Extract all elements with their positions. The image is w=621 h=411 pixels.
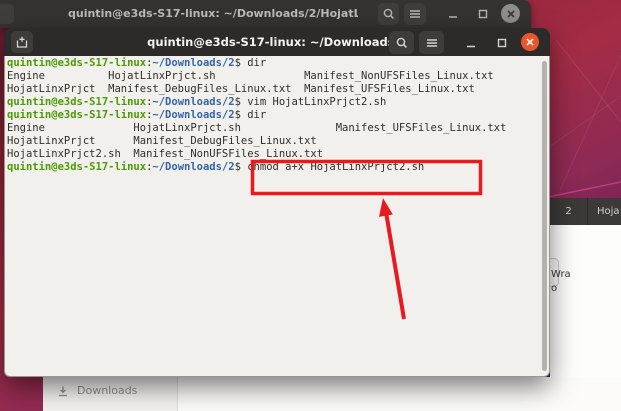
terminal-line: quintin@e3ds-S17-linux:~/Downloads/2$ ch… bbox=[7, 161, 549, 174]
editor-tab-2[interactable]: 2 bbox=[550, 198, 588, 225]
terminal-line: HojatLinxPrjct Manifest_DebugFiles_Linux… bbox=[7, 135, 549, 148]
desktop: quintin@e3ds-S17-linux: ~/Downloads/2/Ho… bbox=[0, 0, 621, 411]
terminal-line: HojatLinxPrjct2.sh Manifest_NonUFSFiles_… bbox=[7, 148, 549, 161]
background-terminal-titlebar[interactable]: quintin@e3ds-S17-linux: ~/Downloads/2/Ho… bbox=[0, 0, 531, 28]
editor-tab-bar: 2 Hoja bbox=[550, 198, 621, 225]
terminal-line: quintin@e3ds-S17-linux:~/Downloads/2$ di… bbox=[7, 57, 549, 70]
sidebar-item-label: Downloads bbox=[77, 384, 137, 397]
terminal-close-button[interactable] bbox=[521, 33, 539, 51]
sidebar-item-downloads[interactable]: Downloads bbox=[43, 377, 177, 397]
menu-icon bbox=[425, 36, 439, 50]
terminal-line: Engine HojatLinxPrjct.sh Manifest_NonUFS… bbox=[7, 70, 549, 83]
close-icon bbox=[525, 37, 535, 47]
editor-tab-hoja[interactable]: Hoja bbox=[588, 198, 621, 225]
background-window-title: quintin@e3ds-S17-linux: ~/Downloads/2/Ho… bbox=[68, 7, 358, 20]
file-manager-sidebar: Downloads bbox=[43, 377, 178, 411]
minimize-icon bbox=[465, 37, 477, 49]
terminal-minimize-button[interactable] bbox=[462, 31, 480, 54]
terminal-line: quintin@e3ds-S17-linux:~/Downloads/2$ vi… bbox=[7, 96, 549, 109]
file-manager-window: Downloads bbox=[43, 377, 621, 411]
terminal-window: quintin@e3ds-S17-linux: ~/Downloads/2 bbox=[4, 28, 550, 377]
background-minimize-button[interactable] bbox=[444, 3, 462, 25]
terminal-menu-button[interactable] bbox=[419, 31, 444, 54]
maximize-icon bbox=[477, 8, 489, 20]
background-menu-button[interactable] bbox=[404, 3, 426, 25]
background-close-button[interactable] bbox=[501, 4, 520, 23]
terminal-line: HojatLinxPrjct Manifest_DebugFiles_Linux… bbox=[7, 83, 549, 96]
terminal-line: Engine HojatLinxPrjct.sh Manifest_UFSFil… bbox=[7, 122, 549, 135]
maximize-icon bbox=[496, 37, 508, 49]
editor-text-line: o bbox=[551, 283, 557, 294]
menu-icon bbox=[408, 7, 422, 21]
editor-text-line: Wra bbox=[551, 269, 571, 280]
terminal-titlebar[interactable]: quintin@e3ds-S17-linux: ~/Downloads/2 bbox=[4, 28, 550, 56]
search-icon bbox=[382, 7, 396, 21]
terminal-body[interactable]: quintin@e3ds-S17-linux:~/Downloads/2$ di… bbox=[4, 56, 550, 377]
download-icon bbox=[57, 385, 69, 397]
file-manager-content[interactable] bbox=[178, 377, 621, 411]
minimize-icon bbox=[447, 8, 459, 20]
terminal-maximize-button[interactable] bbox=[493, 31, 511, 54]
close-icon bbox=[506, 9, 516, 19]
terminal-search-button[interactable] bbox=[389, 31, 414, 54]
background-newtab-button[interactable] bbox=[0, 4, 14, 24]
terminal-output: quintin@e3ds-S17-linux:~/Downloads/2$ di… bbox=[7, 57, 549, 174]
terminal-scrollbar[interactable] bbox=[542, 61, 547, 371]
background-maximize-button[interactable] bbox=[474, 3, 492, 25]
search-icon bbox=[395, 36, 409, 50]
background-search-button[interactable] bbox=[378, 3, 399, 25]
terminal-line: quintin@e3ds-S17-linux:~/Downloads/2$ di… bbox=[7, 109, 549, 122]
